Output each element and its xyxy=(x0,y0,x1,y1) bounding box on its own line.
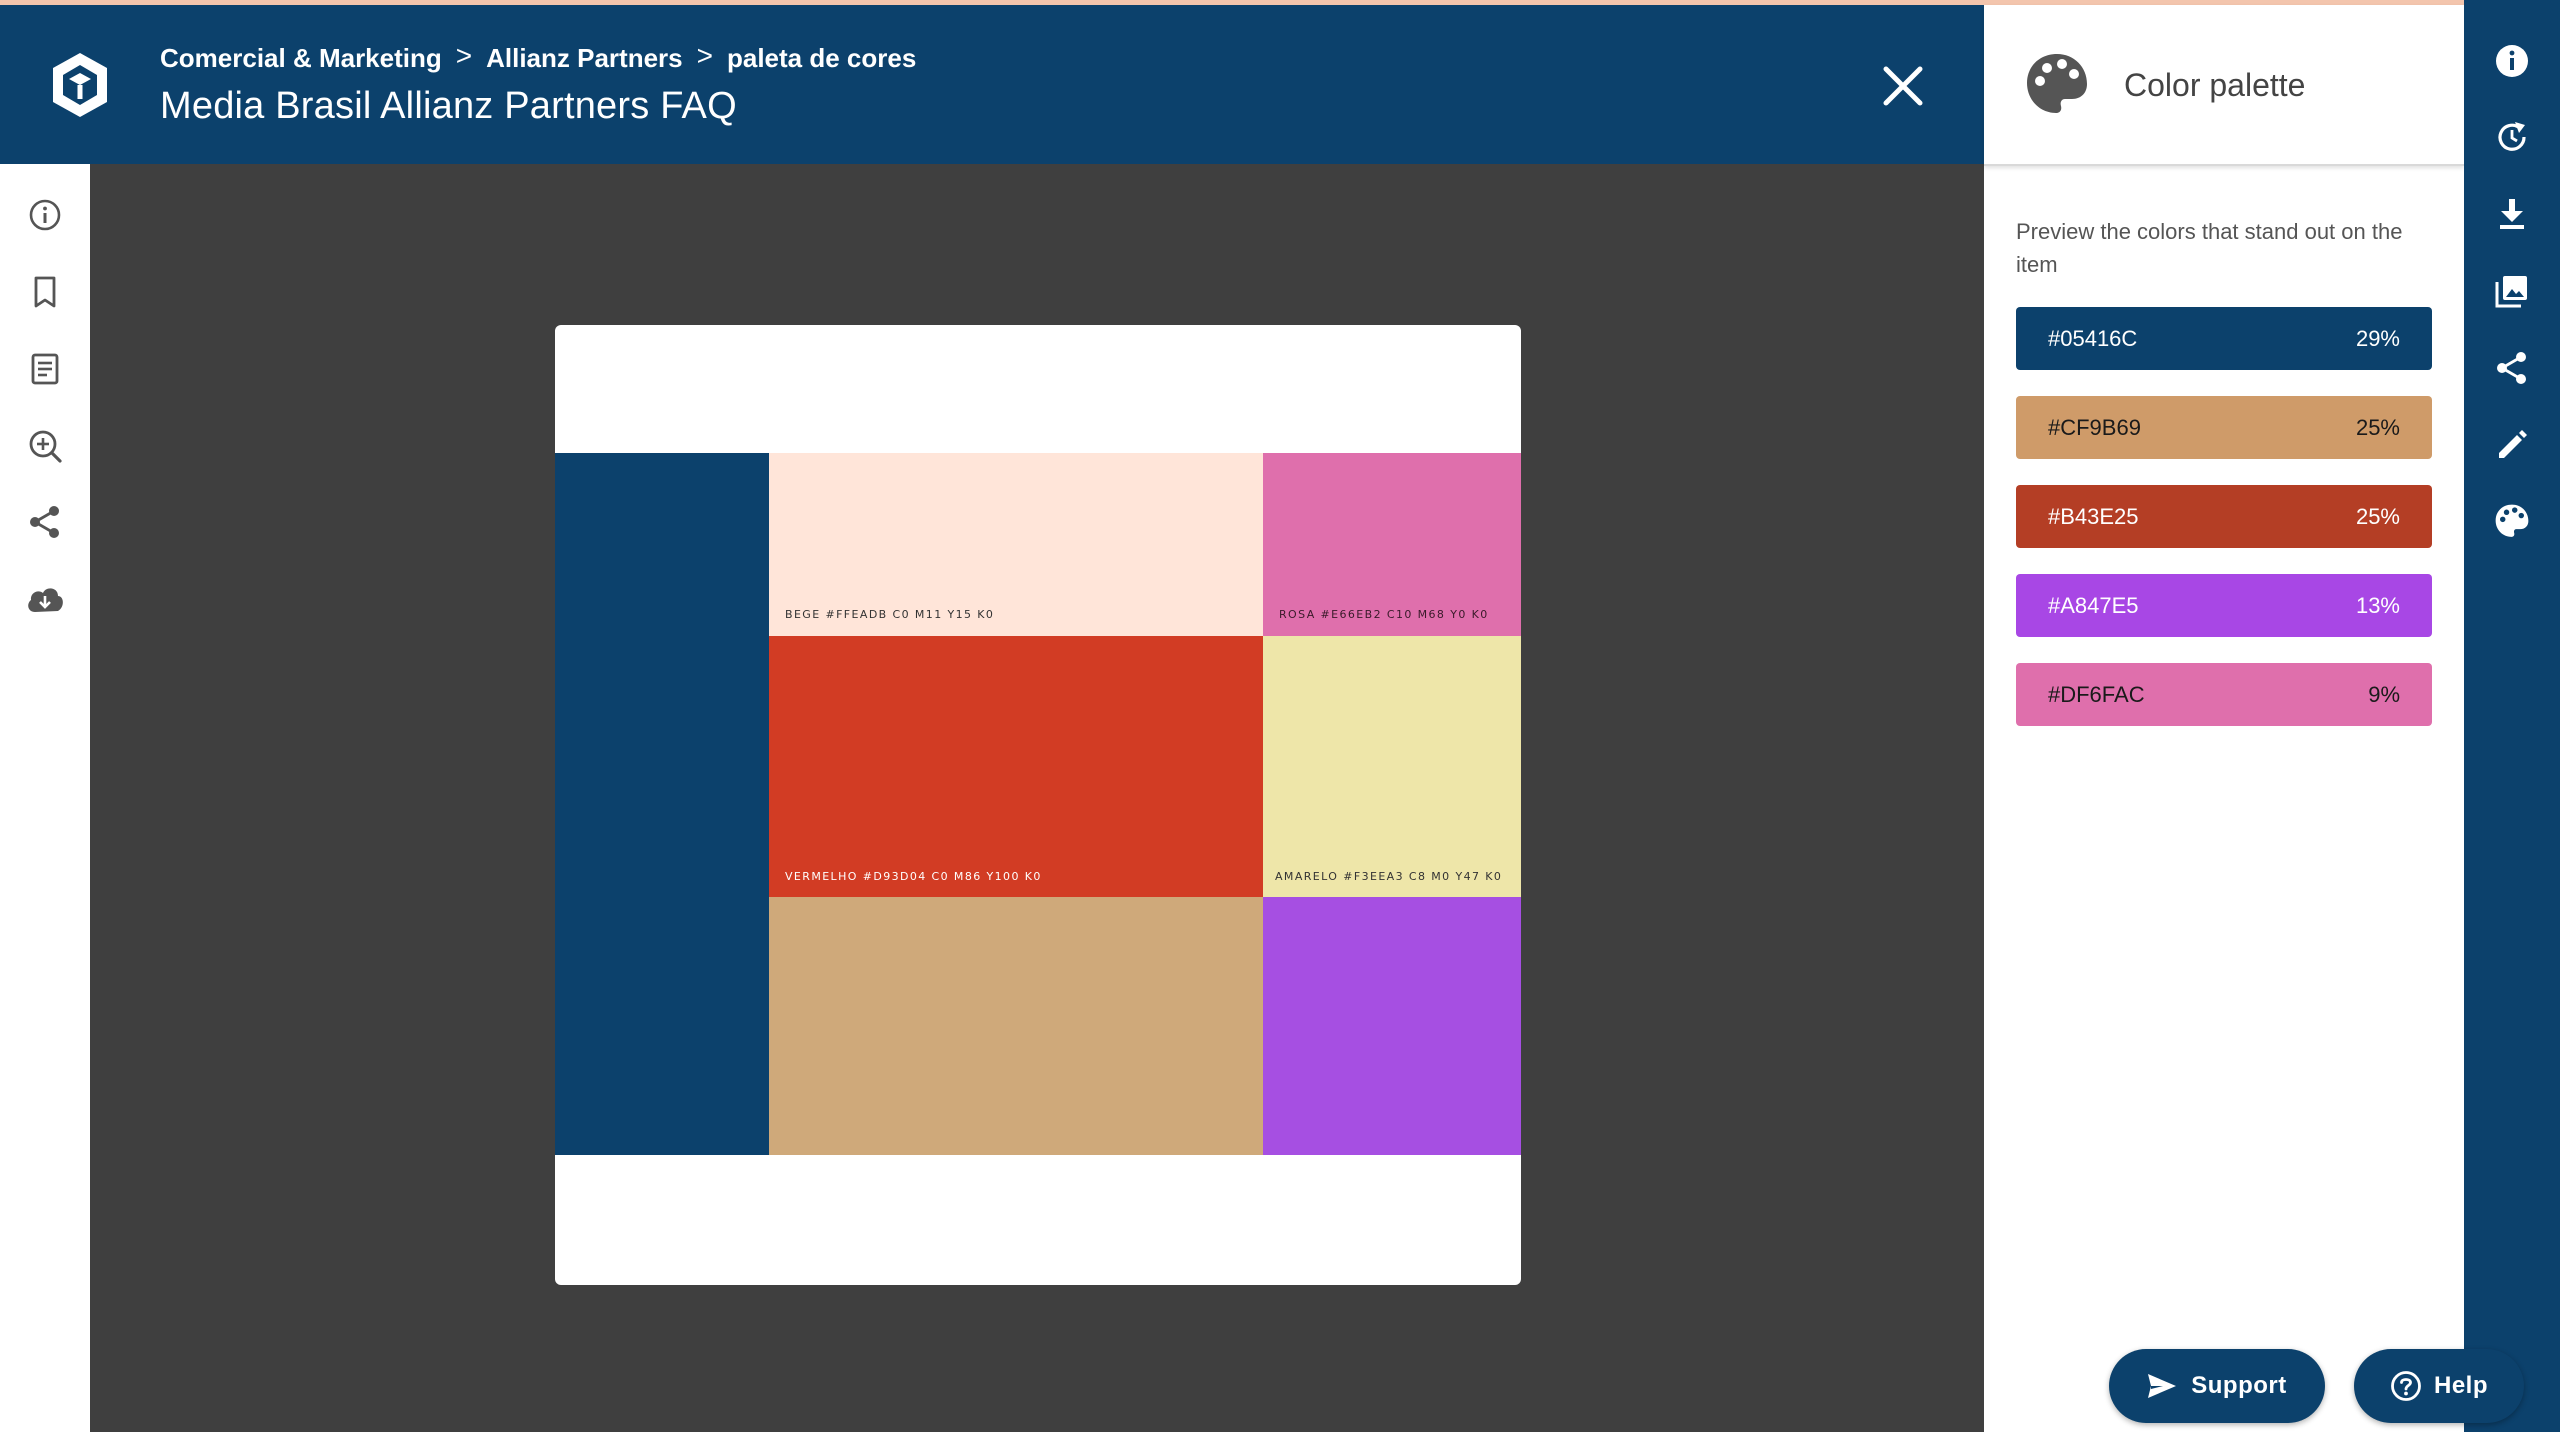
swatch-label: VERMELHO #D93D04 C0 M86 Y100 K0 xyxy=(785,870,1042,883)
panel-header: Color palette xyxy=(1984,5,2464,166)
color-row[interactable]: #CF9B69 25% xyxy=(2016,396,2432,459)
support-label: Support xyxy=(2191,1372,2287,1399)
info-icon[interactable] xyxy=(2491,40,2533,82)
edit-icon[interactable] xyxy=(2491,424,2533,466)
page-title: Media Brasil Allianz Partners FAQ xyxy=(160,85,737,127)
app-logo-icon[interactable] xyxy=(50,51,110,119)
panel-description: Preview the colors that stand out on the… xyxy=(2016,219,2403,277)
color-hex: #B43E25 xyxy=(2048,503,2139,529)
color-percent: 13% xyxy=(2355,592,2400,618)
swatch-label: ROSA #E66EB2 C10 M68 Y0 K0 xyxy=(1279,608,1489,621)
share-icon[interactable] xyxy=(2491,347,2533,389)
left-toolbar xyxy=(0,164,90,1432)
swatch-vermelho: VERMELHO #D93D04 C0 M86 Y100 K0 xyxy=(769,636,1263,897)
bookmark-icon[interactable] xyxy=(25,272,65,312)
color-percent: 29% xyxy=(2355,325,2400,351)
breadcrumb-item-comercial[interactable]: Comercial & Marketing xyxy=(160,43,442,74)
right-toolbar xyxy=(2464,0,2560,1432)
swatch-navy xyxy=(555,453,769,1155)
color-percent: 9% xyxy=(2368,681,2400,707)
history-icon[interactable] xyxy=(2491,116,2533,158)
color-row[interactable]: #A847E5 13% xyxy=(2016,574,2432,637)
color-hex: #A847E5 xyxy=(2048,592,2139,618)
swatch-roxo xyxy=(1263,897,1521,1155)
swatch-rosa: ROSA #E66EB2 C10 M68 Y0 K0 xyxy=(1263,453,1521,636)
help-label: Help xyxy=(2433,1372,2488,1399)
help-button[interactable]: Help xyxy=(2354,1349,2524,1423)
swatch-bege: BEGE #FFEADB C0 M11 Y15 K0 xyxy=(769,453,1263,636)
chevron-right-icon: > xyxy=(696,40,713,71)
color-percent: 25% xyxy=(2355,503,2400,529)
swatch-tan xyxy=(769,897,1263,1155)
send-icon xyxy=(2148,1374,2177,1398)
palette-icon[interactable] xyxy=(2491,500,2533,542)
breadcrumb-item-allianz[interactable]: Allianz Partners xyxy=(486,43,683,74)
share-icon[interactable] xyxy=(25,502,65,542)
viewer-header: Comercial & Marketing > Allianz Partners… xyxy=(0,5,1984,164)
zoom-in-icon[interactable] xyxy=(25,426,65,466)
preview-image[interactable]: BEGE #FFEADB C0 M11 Y15 K0 ROSA #E66EB2 … xyxy=(555,325,1521,1285)
breadcrumb-item-paleta[interactable]: paleta de cores xyxy=(727,43,916,74)
color-hex: #05416C xyxy=(2048,325,2138,351)
breadcrumb: Comercial & Marketing > Allianz Partners… xyxy=(160,40,916,74)
download-icon[interactable] xyxy=(2491,193,2533,235)
support-button[interactable]: Support xyxy=(2109,1349,2325,1423)
swatch-amarelo: AMARELO #F3EEA3 C8 M0 Y47 K0 xyxy=(1263,636,1521,897)
color-hex: #DF6FAC xyxy=(2048,681,2145,707)
swatch-label: BEGE #FFEADB C0 M11 Y15 K0 xyxy=(785,608,995,621)
chevron-right-icon: > xyxy=(455,40,473,71)
color-percent: 25% xyxy=(2355,414,2400,440)
document-icon[interactable] xyxy=(25,349,65,389)
color-row[interactable]: #B43E25 25% xyxy=(2016,485,2432,548)
palette-icon xyxy=(2027,54,2087,113)
color-row[interactable]: #DF6FAC 9% xyxy=(2016,663,2432,726)
color-palette-panel: Color palette Preview the colors that st… xyxy=(1984,5,2464,1432)
color-row[interactable]: #05416C 29% xyxy=(2016,307,2432,370)
color-hex: #CF9B69 xyxy=(2048,414,2141,440)
close-icon[interactable] xyxy=(1880,63,1926,109)
swatch-label: AMARELO #F3EEA3 C8 M0 Y47 K0 xyxy=(1275,870,1503,883)
cloud-download-icon[interactable] xyxy=(25,579,65,619)
help-icon xyxy=(2391,1371,2421,1401)
gallery-icon[interactable] xyxy=(2491,270,2533,312)
panel-title: Color palette xyxy=(2124,67,2306,103)
info-icon[interactable] xyxy=(25,195,65,235)
